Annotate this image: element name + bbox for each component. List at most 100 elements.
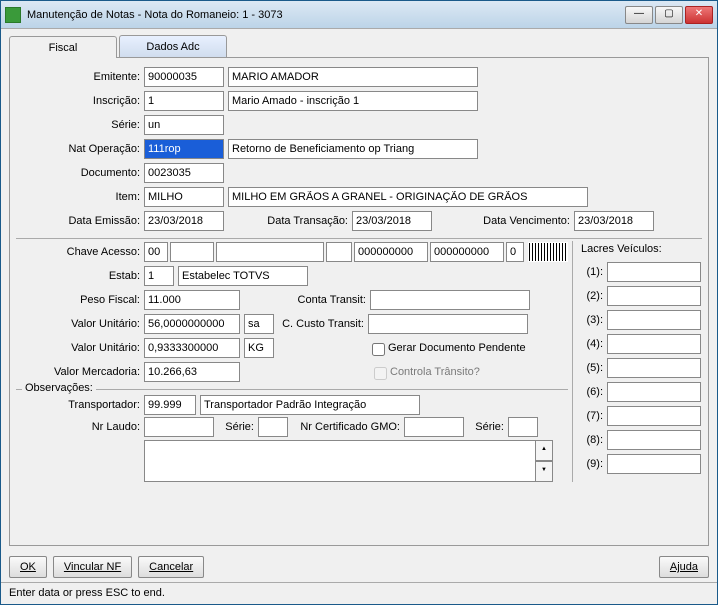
nr-cert-gmo-field[interactable] [404,417,464,437]
conta-transit-field[interactable] [370,290,530,310]
chave-acesso-7-field[interactable] [506,242,524,262]
label-valor-unitario-2: Valor Unitário: [16,342,144,354]
label-peso-fiscal: Peso Fiscal: [16,294,144,306]
barcode-icon [528,242,568,262]
data-emissao-field[interactable] [144,211,224,231]
item-code-field[interactable] [144,187,224,207]
nat-operacao-code-field[interactable] [144,139,224,159]
label-documento: Documento: [16,167,144,179]
vincular-nf-button[interactable]: Vincular NF [53,556,132,578]
lacre-label-5: (5): [579,362,607,374]
controla-transito-checkbox [374,367,387,380]
label-valor-mercadoria: Valor Mercadoria: [16,366,144,378]
estab-desc-field[interactable] [178,266,308,286]
serie-laudo-field[interactable] [258,417,288,437]
label-nr-laudo: Nr Laudo: [16,421,144,433]
emitente-code-field[interactable] [144,67,224,87]
lacre-6-field[interactable] [607,382,701,402]
tab-fiscal[interactable]: Fiscal [9,36,117,58]
label-data-transacao: Data Transação: [224,215,352,227]
documento-field[interactable] [144,163,224,183]
label-c-custo-transit: C. Custo Transit: [274,318,368,330]
lacre-label-4: (4): [579,338,607,350]
item-desc-field[interactable] [228,187,588,207]
inscricao-desc-field[interactable] [228,91,478,111]
label-estab: Estab: [16,270,144,282]
tab-dados-adc[interactable]: Dados Adc [119,35,227,57]
minimize-button[interactable]: — [625,6,653,24]
chave-acesso-6-field[interactable] [430,242,504,262]
valor-unitario-1-field[interactable] [144,314,240,334]
inscricao-code-field[interactable] [144,91,224,111]
chave-acesso-2-field[interactable] [170,242,214,262]
lacre-label-8: (8): [579,434,607,446]
lacre-9-field[interactable] [607,454,701,474]
chave-acesso-3-field[interactable] [216,242,324,262]
tab-bar: Fiscal Dados Adc [9,35,709,57]
valor-mercadoria-field[interactable] [144,362,240,382]
label-transportador: Transportador: [16,399,144,411]
lacre-7-field[interactable] [607,406,701,426]
ajuda-button[interactable]: Ajuda [659,556,709,578]
label-valor-unitario-1: Valor Unitário: [16,318,144,330]
label-data-vencimento: Data Vencimento: [432,215,574,227]
lacre-label-6: (6): [579,386,607,398]
obs-scroll-down-button[interactable]: ▼ [535,461,553,482]
chave-acesso-4-field[interactable] [326,242,352,262]
emitente-name-field[interactable] [228,67,478,87]
label-nr-cert-gmo: Nr Certificado GMO: [288,421,404,433]
c-custo-transit-field[interactable] [368,314,528,334]
label-controla-transito: Controla Trânsito? [390,366,480,378]
lacre-2-field[interactable] [607,286,701,306]
label-lacres-veiculos: Lacres Veículos: [579,241,702,259]
transportador-code-field[interactable] [144,395,196,415]
label-nat-operacao: Nat Operação: [16,143,144,155]
serie-gmo-field[interactable] [508,417,538,437]
label-serie-laudo: Série: [214,421,258,433]
close-button[interactable]: ✕ [685,6,713,24]
label-emitente: Emitente: [16,71,144,83]
data-vencimento-field[interactable] [574,211,654,231]
lacre-3-field[interactable] [607,310,701,330]
maximize-button[interactable]: ▢ [655,6,683,24]
estab-code-field[interactable] [144,266,174,286]
valor-unitario-2-un-field[interactable] [244,338,274,358]
tab-panel-fiscal: Emitente: Inscrição: Série: Nat Operação… [9,57,709,546]
label-item: Item: [16,191,144,203]
app-window: Manutenção de Notas - Nota do Romaneio: … [0,0,718,605]
status-text: Enter data or press ESC to end. [9,587,165,599]
status-bar: Enter data or press ESC to end. [1,582,717,604]
gerar-doc-pendente-checkbox[interactable] [372,343,385,356]
obs-scroll-up-button[interactable]: ▲ [535,440,553,461]
observacoes-textarea[interactable] [144,440,536,482]
lacre-label-3: (3): [579,314,607,326]
valor-unitario-1-un-field[interactable] [244,314,274,334]
lacre-5-field[interactable] [607,358,701,378]
lacre-label-7: (7): [579,410,607,422]
peso-fiscal-field[interactable] [144,290,240,310]
nat-operacao-desc-field[interactable] [228,139,478,159]
label-chave-acesso: Chave Acesso: [16,246,144,258]
window-title: Manutenção de Notas - Nota do Romaneio: … [27,9,625,21]
data-transacao-field[interactable] [352,211,432,231]
cancelar-button[interactable]: Cancelar [138,556,204,578]
nr-laudo-field[interactable] [144,417,214,437]
label-gerar-doc-pendente: Gerar Documento Pendente [388,342,526,354]
chave-acesso-1-field[interactable] [144,242,168,262]
label-observacoes: Observações: [22,382,96,394]
ok-button[interactable]: OK [9,556,47,578]
chave-acesso-5-field[interactable] [354,242,428,262]
transportador-desc-field[interactable] [200,395,420,415]
lacre-4-field[interactable] [607,334,701,354]
valor-unitario-2-field[interactable] [144,338,240,358]
app-icon [5,7,21,23]
label-serie-gmo: Série: [464,421,508,433]
label-data-emissao: Data Emissão: [16,215,144,227]
titlebar: Manutenção de Notas - Nota do Romaneio: … [1,1,717,29]
lacre-8-field[interactable] [607,430,701,450]
lacre-label-2: (2): [579,290,607,302]
serie-field[interactable] [144,115,224,135]
lacre-label-9: (9): [579,458,607,470]
lacre-1-field[interactable] [607,262,701,282]
lacre-label-1: (1): [579,266,607,278]
